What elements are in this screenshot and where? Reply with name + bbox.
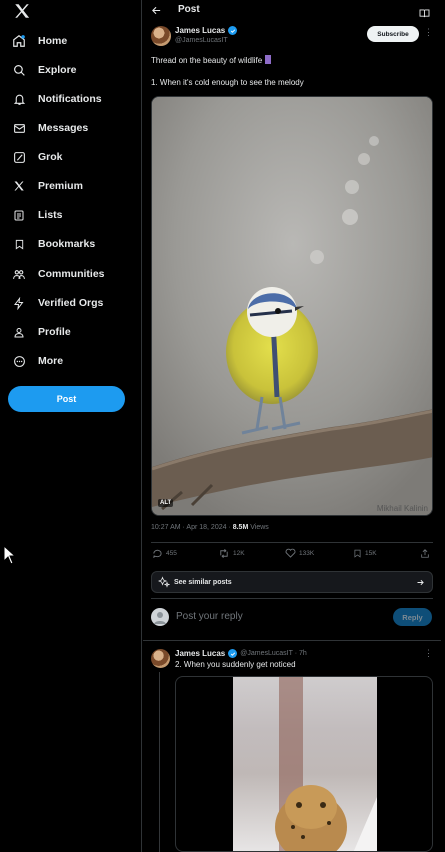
sparkle-icon: [158, 576, 170, 588]
tweet-text-line2: 1. When it's cold enough to see the melo…: [151, 78, 304, 87]
author-name[interactable]: James Lucas: [175, 26, 238, 35]
heart-icon: [285, 548, 296, 558]
page-title: Post: [178, 4, 200, 15]
x-logo-icon[interactable]: [13, 2, 31, 20]
reply-input[interactable]: Post your reply: [176, 611, 243, 622]
sidebar-item-label: Home: [38, 35, 68, 47]
sidebar-item-label: Explore: [38, 64, 77, 76]
reply-count: 455: [166, 550, 177, 557]
bookmark-action[interactable]: 15K: [353, 548, 377, 559]
author-name-text: James Lucas: [175, 26, 226, 35]
bookmark-icon: [354, 549, 361, 558]
reply-author-text: James Lucas: [175, 649, 226, 658]
sidebar-item-explore[interactable]: Explore: [8, 58, 133, 82]
sidebar-item-label: Grok: [38, 151, 63, 163]
sidebar-item-profile[interactable]: Profile: [8, 320, 133, 344]
sidebar-item-premium[interactable]: Premium: [8, 174, 133, 198]
sidebar-item-label: More: [38, 355, 64, 367]
search-icon: [8, 59, 30, 81]
back-arrow-icon[interactable]: [151, 3, 162, 21]
repost-action[interactable]: 12K: [218, 548, 245, 559]
arrow-right-icon: [417, 579, 424, 585]
sidebar-item-notifications[interactable]: Notifications: [8, 87, 133, 111]
lightning-icon: [8, 292, 30, 314]
tweet-image[interactable]: ALT Mikhail Kalinin: [151, 96, 433, 516]
bell-icon: [8, 88, 30, 110]
verified-badge-icon: [228, 26, 238, 35]
like-count: 133K: [299, 549, 315, 557]
leopard-photo: [233, 677, 377, 851]
see-similar-posts-button[interactable]: See similar posts: [151, 571, 433, 593]
views-label: Views: [248, 524, 269, 531]
more-options-icon[interactable]: ⋮: [424, 27, 433, 38]
more-options-icon[interactable]: ⋮: [424, 648, 433, 659]
views-count: 8.5M: [232, 524, 249, 531]
blue-tit-illustration: [152, 97, 432, 515]
sidebar-item-label: Lists: [38, 209, 63, 221]
share-icon: [421, 549, 429, 558]
sidebar-item-messages[interactable]: Messages: [8, 116, 133, 140]
sidebar-item-grok[interactable]: Grok: [8, 145, 133, 169]
reply-icon: [153, 549, 162, 559]
app-root: Home Explore Notifications Messages Grok…: [0, 0, 445, 852]
repost-count: 12K: [233, 550, 245, 557]
post-column: Post James Lucas @JamesLucasIT Subscribe…: [143, 0, 441, 852]
tweet-text: Thread on the beauty of wildlife: [151, 56, 263, 65]
reply-handle-time[interactable]: @JamesLucasIT · 7h: [240, 650, 307, 657]
sidebar-item-communities[interactable]: Communities: [8, 262, 133, 286]
subscribe-button[interactable]: Subscribe: [367, 26, 419, 42]
divider: [143, 640, 441, 641]
post-header: Post: [143, 0, 441, 20]
x-icon: [8, 175, 30, 197]
sidebar-item-label: Verified Orgs: [38, 297, 104, 309]
tweet-text-line1: Thread on the beauty of wildlife: [151, 55, 272, 65]
sidebar-item-more[interactable]: More: [8, 349, 133, 373]
sidebar: Home Explore Notifications Messages Grok…: [0, 0, 142, 852]
sidebar-item-home[interactable]: Home: [8, 29, 133, 53]
divider: [151, 542, 433, 543]
mouse-cursor-icon: [3, 544, 17, 570]
sidebar-item-label: Communities: [38, 268, 105, 280]
my-avatar[interactable]: [151, 608, 169, 626]
post-button[interactable]: Post: [8, 386, 125, 412]
repost-icon: [220, 549, 228, 558]
see-similar-label: See similar posts: [174, 578, 232, 586]
reply-author-name[interactable]: James Lucas @JamesLucasIT · 7h: [175, 649, 307, 658]
bookmark-icon: [8, 233, 30, 255]
person-icon: [8, 321, 30, 343]
list-icon: [8, 204, 30, 226]
tweet-timestamp[interactable]: 10:27 AM · Apr 18, 2024 ·: [151, 524, 233, 531]
reader-mode-icon[interactable]: [419, 5, 430, 23]
sidebar-item-label: Premium: [38, 180, 83, 192]
alt-badge[interactable]: ALT: [158, 499, 174, 507]
people-icon: [8, 263, 30, 285]
sidebar-item-label: Bookmarks: [38, 238, 96, 250]
reply-action[interactable]: 455: [152, 548, 177, 559]
sidebar-item-label: Notifications: [38, 93, 102, 105]
hourglass-emoji-icon: [265, 55, 272, 64]
reply-button[interactable]: Reply: [393, 608, 432, 626]
avatar[interactable]: [151, 26, 171, 46]
thread-line: [159, 672, 160, 852]
more-circle-icon: [8, 350, 30, 372]
sidebar-item-label: Messages: [38, 122, 89, 134]
tweet-meta: 10:27 AM · Apr 18, 2024 · 8.5M Views: [151, 524, 269, 531]
like-action[interactable]: 133K: [285, 548, 314, 558]
reply-text: 2. When you suddenly get noticed: [175, 660, 296, 669]
sidebar-item-bookmarks[interactable]: Bookmarks: [8, 232, 133, 256]
photo-watermark: Mikhail Kalinin: [376, 504, 428, 513]
reply-image[interactable]: [175, 676, 433, 852]
share-action[interactable]: [420, 548, 430, 559]
grok-icon: [8, 146, 30, 168]
mail-icon: [8, 117, 30, 139]
home-icon: [8, 30, 30, 52]
sidebar-item-verified-orgs[interactable]: Verified Orgs: [8, 291, 133, 315]
author-handle[interactable]: @JamesLucasIT: [175, 37, 228, 44]
reply-author-avatar[interactable]: [151, 649, 170, 668]
sidebar-item-lists[interactable]: Lists: [8, 203, 133, 227]
divider: [151, 598, 433, 599]
verified-badge-icon: [228, 649, 238, 658]
bookmark-count: 15K: [365, 550, 377, 557]
sidebar-item-label: Profile: [38, 326, 71, 338]
